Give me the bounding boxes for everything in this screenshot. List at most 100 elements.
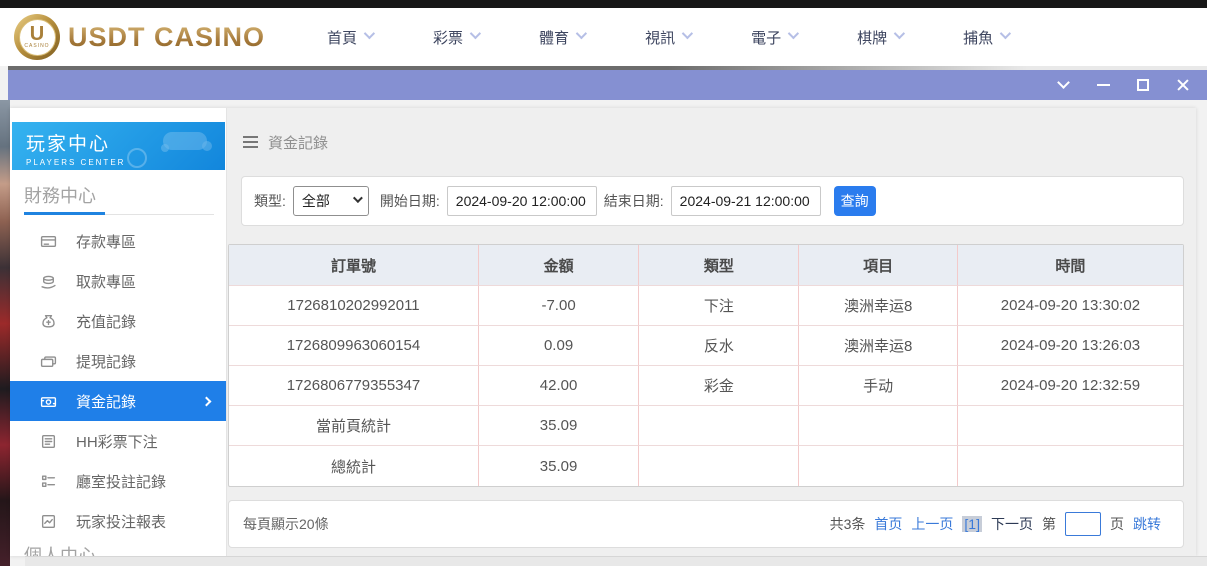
type-select[interactable]: 全部 [293,186,369,216]
sidebar-item-withdraw-zone[interactable]: 取款專區 [10,261,226,301]
cell-empty [799,446,957,486]
window-close-button[interactable] [1175,78,1191,92]
sidebar-item-hh-lottery-bets[interactable]: HH彩票下注 [10,421,226,461]
end-date-input[interactable] [671,186,821,216]
chevron-down-icon [682,28,693,39]
player-center-window: 玩家中心 PLAYERS CENTER 財務中心 存款專區 [10,108,1196,556]
list-icon [40,433,57,450]
sidebar-item-deposit-zone[interactable]: 存款專區 [10,221,226,261]
pagination-controls: 共3条 首页 上一页 [1] 下一页 第 页 跳转 [830,512,1161,536]
cell-amount: 42.00 [479,366,639,406]
jump-button[interactable]: 跳转 [1133,514,1161,534]
cell-order-no: 1726810202992011 [229,286,479,326]
col-header-order-no: 訂單號 [229,245,479,286]
window-maximize-button[interactable] [1135,78,1151,92]
sidebar-item-label: HH彩票下注 [76,431,158,452]
current-page-indicator: [1] [962,516,982,532]
cell-type: 反水 [639,326,799,366]
sidebar-item-funds-records[interactable]: 資金記錄 [10,381,226,421]
brand-logo[interactable]: U CASINO USDT CASINO [14,14,265,60]
cell-empty [639,406,799,446]
nav-label: 彩票 [433,27,463,48]
cell-amount: 35.09 [479,406,639,446]
cell-amount: 0.09 [479,326,639,366]
cell-item: 澳洲幸运8 [799,286,957,326]
chevron-down-icon [1057,76,1070,89]
nav-item-sports[interactable]: 體育 [539,27,584,48]
table-row-page-total: 當前頁統計 35.09 [229,406,1183,446]
sidebar-section-personal-center: 個人中心 [24,542,96,556]
first-page-link[interactable]: 首页 [874,514,902,534]
cell-item: 澳洲幸运8 [799,326,957,366]
ball-watermark-icon [127,148,147,168]
sidebar-header: 玩家中心 PLAYERS CENTER [12,122,225,170]
cell-type: 彩金 [639,366,799,406]
window-minimize-button[interactable] [1095,78,1111,92]
table-row: 1726810202992011 -7.00 下注 澳洲幸运8 2024-09-… [229,286,1183,326]
bottom-page-strip [25,556,1207,566]
logo-letter: U [30,25,44,43]
table-row: 1726809963060154 0.09 反水 澳洲幸运8 2024-09-2… [229,326,1183,366]
window-collapse-button[interactable] [1055,78,1071,92]
sidebar-item-label: 廳室投註記錄 [76,471,166,492]
sidebar-section-title: 財務中心 [24,182,96,208]
report-chart-icon [40,513,57,530]
cell-empty [958,406,1183,446]
page-title: 資金記錄 [268,132,328,153]
cell-item: 手动 [799,366,957,406]
section-divider-accent [24,212,105,215]
search-button[interactable]: 查詢 [834,186,876,216]
nav-item-lottery[interactable]: 彩票 [433,27,478,48]
window-titlebar [8,70,1207,100]
chevron-down-icon [1000,28,1011,39]
total-count: 共3条 [830,514,866,534]
nav-item-slots[interactable]: 電子 [751,27,796,48]
cell-time: 2024-09-20 13:26:03 [958,326,1183,366]
sidebar-item-withdrawal-records[interactable]: 提現記錄 [10,341,226,381]
sidebar-item-label: 存款專區 [76,231,136,252]
pagination-bar: 每頁顯示20條 共3条 首页 上一页 [1] 下一页 第 页 跳转 [228,500,1184,548]
nav-item-boardgames[interactable]: 棋牌 [857,27,902,48]
table-row: 1726806779355347 42.00 彩金 手动 2024-09-20 … [229,366,1183,406]
nav-label: 電子 [751,27,781,48]
page-jump-input[interactable] [1065,512,1101,536]
nav-item-home[interactable]: 首頁 [327,27,372,48]
next-page-link[interactable]: 下一页 [991,514,1033,534]
nav-item-fishing[interactable]: 捕魚 [963,27,1008,48]
table-row-grand-total: 總統計 35.09 [229,446,1183,486]
nav-label: 體育 [539,27,569,48]
sidebar-item-recharge-records[interactable]: 充值記錄 [10,301,226,341]
minimize-icon [1097,84,1110,86]
withdraw-hand-icon [40,273,57,290]
cell-type: 下注 [639,286,799,326]
jump-prefix-label: 第 [1042,514,1056,534]
cell-order-no: 1726809963060154 [229,326,479,366]
gamepad-icon [157,126,215,160]
deposit-card-icon [40,233,57,250]
sidebar-item-player-bet-report[interactable]: 玩家投注報表 [10,501,226,541]
logo-ball-icon: U CASINO [14,14,60,60]
cell-order-no: 1726806779355347 [229,366,479,406]
cell-empty [639,446,799,486]
sidebar-menu: 存款專區 取款專區 充值記錄 提現記錄 資金記錄 [10,221,226,541]
menu-toggle-icon[interactable] [243,136,258,148]
sidebar-item-label: 提現記錄 [76,351,136,372]
nav-item-video[interactable]: 視訊 [645,27,690,48]
top-dark-strip [0,0,1207,8]
breadcrumb: 資金記錄 [227,108,1196,156]
content-area: 資金記錄 類型: 全部 開始日期: 結束日期: 查詢 訂單號 金額 [226,108,1196,556]
cell-empty [799,406,957,446]
chevron-down-icon [353,193,363,203]
chevron-down-icon [364,28,375,39]
start-date-input[interactable] [447,186,597,216]
sidebar-item-room-bet-records[interactable]: 廳室投註記錄 [10,461,226,501]
cell-label: 當前頁統計 [229,406,479,446]
chevron-down-icon [470,28,481,39]
money-bag-icon [40,313,57,330]
chevron-down-icon [894,28,905,39]
prev-page-link[interactable]: 上一页 [911,514,953,534]
sidebar-item-label: 玩家投注報表 [76,511,166,532]
col-header-time: 時間 [958,245,1183,286]
table-header-row: 訂單號 金額 類型 項目 時間 [229,245,1183,286]
site-header: U CASINO USDT CASINO 首頁 彩票 體育 視訊 電子 [0,8,1207,66]
